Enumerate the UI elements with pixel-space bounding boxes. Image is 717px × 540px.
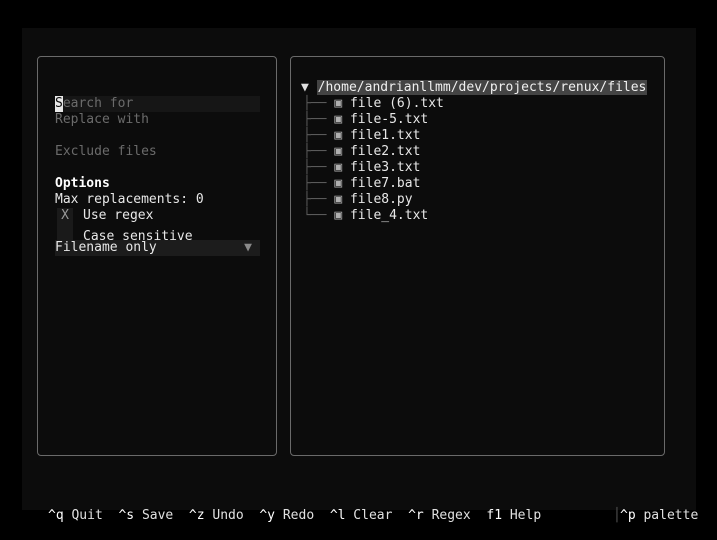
- max-replacements-field[interactable]: Max replacements: 0: [55, 192, 204, 208]
- file-name: file-5.txt: [349, 112, 429, 127]
- palette-label: palette: [643, 508, 699, 523]
- chevron-down-icon: ▼: [244, 240, 252, 255]
- tree-branch: ├──: [303, 160, 327, 175]
- tree-branch: ├──: [303, 128, 327, 143]
- file-icon: ▣: [334, 208, 343, 223]
- tree-branch: ├──: [303, 96, 327, 111]
- case-sensitive-checkbox[interactable]: Case sensitive: [55, 224, 193, 244]
- options-panel: Search for Replace with Exclude files Op…: [37, 56, 277, 456]
- tree-branch: ├──: [303, 144, 327, 159]
- shortcut-label: Clear: [353, 508, 393, 523]
- exclude-input[interactable]: Exclude files: [55, 144, 260, 160]
- tree-root[interactable]: ▼ /home/andrianllmm/dev/projects/renux/f…: [301, 80, 648, 96]
- replace-placeholder: Replace with: [55, 112, 149, 127]
- tree-branch: ├──: [303, 192, 327, 207]
- search-input[interactable]: Search for: [55, 96, 260, 112]
- search-placeholder: earch for: [62, 96, 134, 111]
- file-name: file1.txt: [349, 128, 421, 143]
- shortcut-key: f1: [486, 508, 503, 523]
- exclude-placeholder: Exclude files: [55, 144, 157, 159]
- text-cursor: S: [55, 96, 63, 112]
- case-sensitive-checkmark: [57, 224, 73, 240]
- file-icon: ▣: [334, 192, 343, 207]
- file-name: file8.py: [349, 192, 413, 207]
- shortcut-help[interactable]: f1 Help: [486, 508, 541, 523]
- terminal-window: Search for Replace with Exclude files Op…: [22, 28, 698, 523]
- command-palette-button[interactable]: ^p palette: [620, 508, 698, 524]
- file-name: file_4.txt: [349, 208, 429, 223]
- shortcut-redo[interactable]: ^y Redo: [259, 508, 314, 523]
- file-tree-item[interactable]: ├── ▣ file8.py: [303, 192, 413, 208]
- file-tree-item[interactable]: ├── ▣ file1.txt: [303, 128, 420, 144]
- file-icon: ▣: [334, 176, 343, 191]
- file-icon: ▣: [334, 96, 343, 111]
- shortcut-regex[interactable]: ^r Regex: [408, 508, 471, 523]
- shortcut-key: ^s: [118, 508, 135, 523]
- file-tree-item[interactable]: ├── ▣ file7.bat: [303, 176, 420, 192]
- root-path: /home/andrianllmm/dev/projects/renux/fil…: [316, 80, 648, 95]
- file-tree-item[interactable]: ├── ▣ file2.txt: [303, 144, 420, 160]
- shortcut-label: Quit: [71, 508, 103, 523]
- tree-branch: └──: [303, 208, 327, 223]
- shortcut-quit[interactable]: ^q Quit: [48, 508, 103, 523]
- mode-select[interactable]: Filename only ▼: [55, 240, 260, 256]
- file-name: file (6).txt: [349, 96, 444, 111]
- file-tree-item[interactable]: ├── ▣ file-5.txt: [303, 112, 428, 128]
- file-icon: ▣: [334, 112, 343, 127]
- shortcut-label: Save: [141, 508, 174, 523]
- shortcut-key: ^q: [48, 508, 64, 523]
- file-name: file2.txt: [349, 144, 421, 159]
- shortcut-label: Regex: [431, 508, 471, 523]
- shortcut-key: ^z: [188, 508, 205, 523]
- use-regex-checkmark: X: [57, 208, 73, 224]
- shortcut-label: Help: [509, 508, 542, 523]
- file-tree-panel: ▼ /home/andrianllmm/dev/projects/renux/f…: [290, 56, 665, 456]
- shortcut-key: ^y: [259, 508, 276, 523]
- file-name: file3.txt: [349, 160, 421, 175]
- options-heading: Options: [55, 176, 110, 191]
- shortcut-label: Undo: [212, 508, 244, 523]
- file-tree-item[interactable]: ├── ▣ file3.txt: [303, 160, 420, 176]
- shortcut-clear[interactable]: ^l Clear: [330, 508, 393, 523]
- shortcut-key: ^r: [408, 508, 424, 523]
- file-icon: ▣: [334, 144, 343, 159]
- palette-key: ^p: [620, 508, 636, 523]
- shortcut-key: ^l: [329, 508, 346, 523]
- statusbar: ^q Quit ^s Save ^z Undo ^y Redo ^l Clear…: [48, 508, 698, 524]
- expand-icon[interactable]: ▼: [301, 80, 309, 95]
- replace-input[interactable]: Replace with: [55, 112, 260, 128]
- tree-branch: ├──: [303, 176, 327, 191]
- shortcut-save[interactable]: ^s Save: [118, 508, 173, 523]
- file-tree-item[interactable]: └── ▣ file_4.txt: [303, 208, 428, 224]
- shortcut-undo[interactable]: ^z Undo: [189, 508, 244, 523]
- file-icon: ▣: [334, 160, 343, 175]
- file-icon: ▣: [334, 128, 343, 143]
- use-regex-label: Use regex: [83, 208, 154, 223]
- shortcut-label: Redo: [282, 508, 315, 523]
- tree-branch: ├──: [303, 112, 327, 127]
- use-regex-checkbox[interactable]: X Use regex: [55, 208, 153, 224]
- mode-select-value: Filename only: [55, 240, 157, 255]
- file-tree-item[interactable]: ├── ▣ file (6).txt: [303, 96, 444, 112]
- file-name: file7.bat: [349, 176, 421, 191]
